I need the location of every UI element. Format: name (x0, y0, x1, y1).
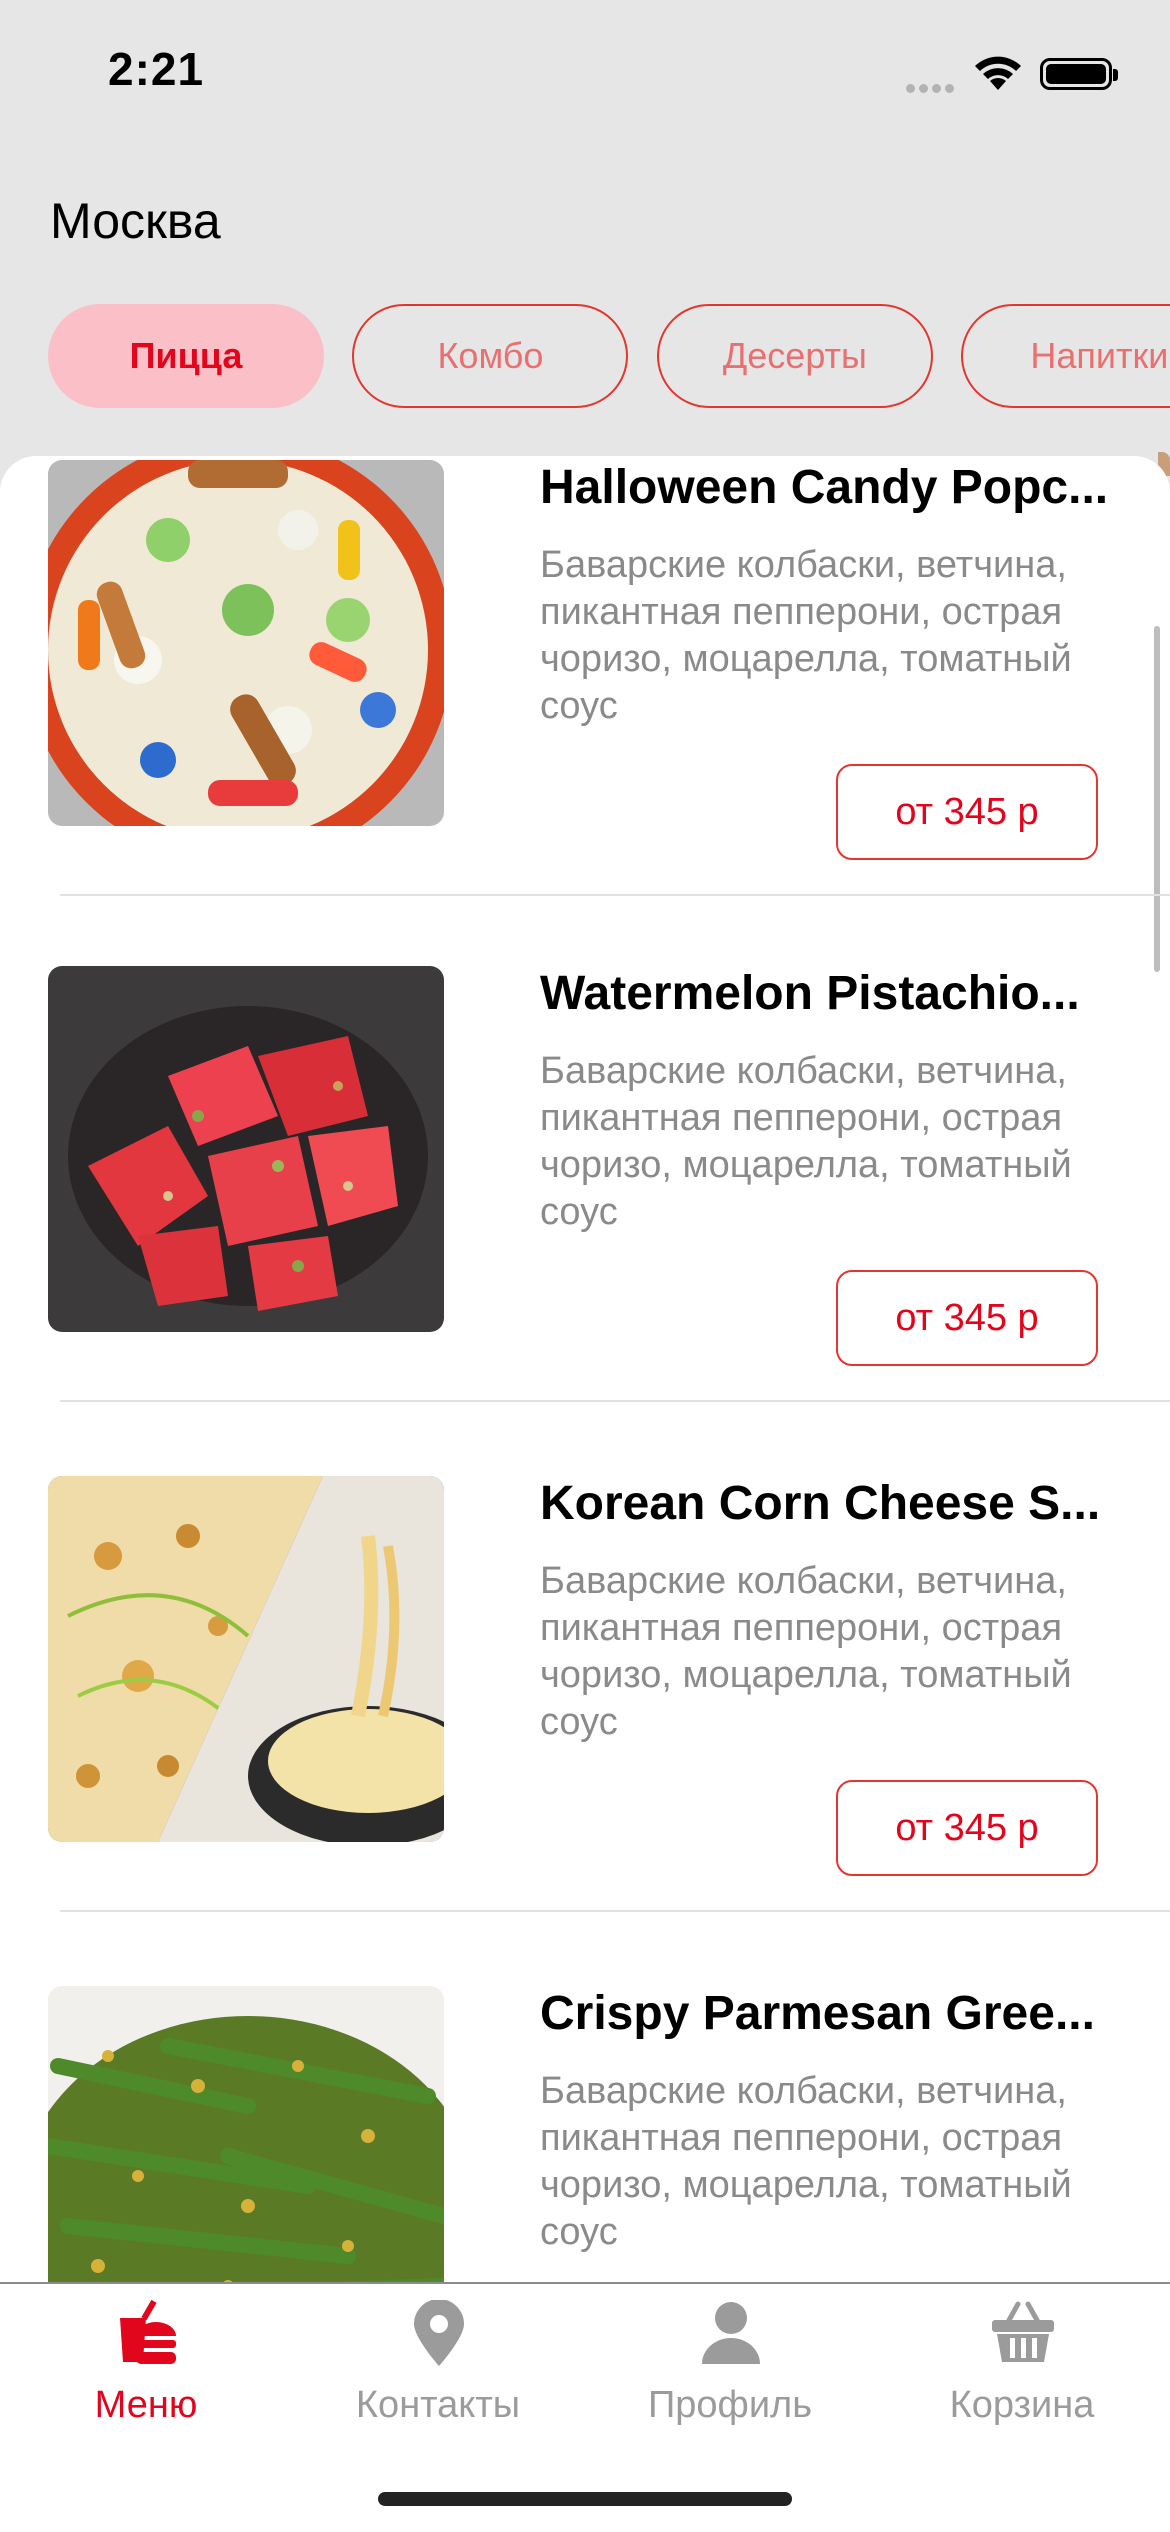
battery-icon (1040, 58, 1118, 90)
list-divider (60, 1400, 1170, 1402)
location-pin-icon (408, 2299, 470, 2366)
product-item[interactable]: Crispy Parmesan Gree... Баварские колбас… (0, 1986, 1170, 2282)
category-chip-combo[interactable]: Комбо (352, 304, 629, 408)
tab-label: Меню (94, 2384, 198, 2426)
product-image-parmesan-green-beans (48, 1986, 444, 2282)
product-item[interactable]: Korean Corn Cheese S... Баварские колбас… (0, 1476, 1170, 1986)
tab-label: Корзина (949, 2384, 1095, 2426)
menu-food-icon (116, 2299, 178, 2366)
product-image-watermelon-pistachio (48, 966, 444, 1332)
basket-icon (992, 2300, 1054, 2366)
tab-label: Профиль (647, 2384, 813, 2426)
status-bar: 2:21 (0, 0, 1170, 150)
product-image-halloween-popcorn (48, 460, 444, 826)
product-description: Баварские колбаски, ветчина, пикантная п… (540, 1560, 1072, 1743)
list-divider (60, 1910, 1170, 1912)
tab-cart[interactable]: Корзина (876, 2284, 1168, 2484)
wifi-icon (972, 52, 1024, 97)
product-list[interactable]: Halloween Candy Popc... Баварские колбас… (0, 456, 1170, 2282)
person-icon (700, 2300, 762, 2366)
category-chip-desserts[interactable]: Десерты (656, 304, 933, 408)
product-price-button[interactable]: от 345 р (836, 1780, 1098, 1876)
category-chip-pizza[interactable]: Пицца (48, 304, 324, 408)
product-description: Баварские колбаски, ветчина, пикантная п… (540, 2070, 1072, 2253)
product-price-button[interactable]: от 345 р (836, 764, 1098, 860)
city-selector[interactable]: Москва (50, 192, 221, 250)
product-name: Watermelon Pistachio... (540, 967, 1080, 1020)
home-indicator[interactable] (378, 2492, 792, 2506)
tab-profile[interactable]: Профиль (584, 2284, 876, 2484)
product-name: Korean Corn Cheese S... (540, 1477, 1101, 1530)
product-description: Баварские колбаски, ветчина, пикантная п… (540, 544, 1072, 727)
product-price-button[interactable]: от 345 р (836, 1270, 1098, 1366)
cellular-signal-icon (906, 80, 958, 98)
category-chip-drinks[interactable]: Напитки (961, 304, 1170, 408)
product-item[interactable]: Halloween Candy Popc... Баварские колбас… (0, 456, 1170, 966)
category-filter-bar: Пицца Комбо Десерты Напитки (48, 304, 1170, 408)
product-name: Halloween Candy Popc... (540, 461, 1109, 514)
product-item[interactable]: Watermelon Pistachio... Баварские колбас… (0, 966, 1170, 1476)
product-image-korean-corn-cheese (48, 1476, 444, 1842)
list-divider (60, 894, 1170, 896)
tab-menu[interactable]: Меню (0, 2284, 292, 2484)
product-name: Crispy Parmesan Gree... (540, 1987, 1095, 2040)
product-description: Баварские колбаски, ветчина, пикантная п… (540, 1050, 1072, 1233)
tab-contacts[interactable]: Контакты (292, 2284, 584, 2484)
tab-label: Контакты (355, 2384, 521, 2426)
status-time: 2:21 (108, 43, 205, 95)
